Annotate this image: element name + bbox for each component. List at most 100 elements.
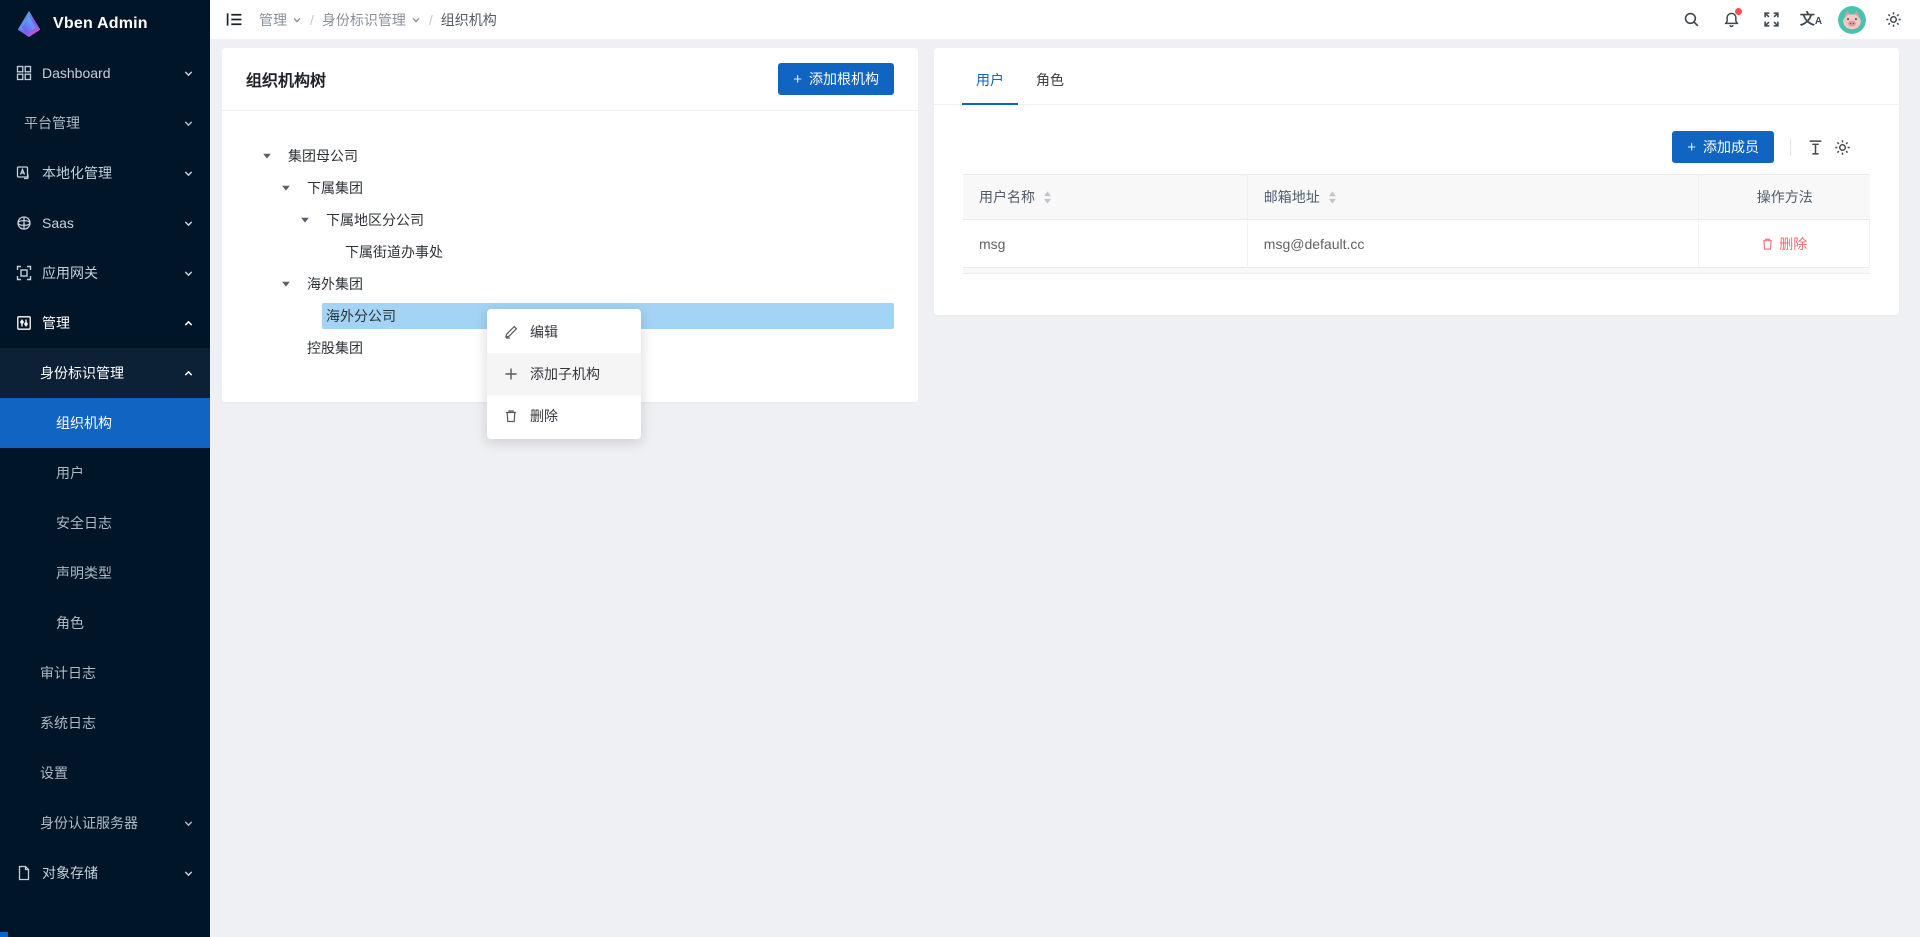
tree-node-label[interactable]: 控股集团	[303, 335, 369, 361]
tab-角色[interactable]: 角色	[1020, 52, 1080, 104]
sidebar-item-Dashboard[interactable]: Dashboard	[0, 48, 210, 98]
app-logo[interactable]: Vben Admin	[0, 0, 210, 48]
dashboard-icon	[16, 65, 32, 81]
context-menu-item-添加子机构[interactable]: 添加子机构	[487, 353, 641, 395]
caret-down-icon[interactable]	[262, 151, 284, 161]
sort-carets-icon[interactable]	[1328, 191, 1337, 204]
sidebar-item-label: 用户	[56, 463, 210, 483]
sidebar-item-应用网关[interactable]: 应用网关	[0, 248, 210, 298]
sidebar-item-系统日志[interactable]: 系统日志	[0, 698, 210, 748]
sidebar-item-对象存储[interactable]: 对象存储	[0, 848, 210, 898]
org-tree-header: 组织机构树 + 添加根机构	[222, 48, 918, 111]
tab-用户[interactable]: 用户	[960, 52, 1020, 104]
sidebar: Vben Admin Dashboard 平台管理 本地化管理 Saas 应用网…	[0, 0, 210, 937]
sidebar-item-身份标识管理[interactable]: 身份标识管理	[0, 348, 210, 398]
context-menu-item-编辑[interactable]: 编辑	[487, 311, 641, 353]
saas-icon	[16, 215, 32, 231]
edit-icon	[504, 325, 518, 339]
cell-actions: 删除	[1699, 220, 1870, 268]
context-menu-item-label: 删除	[530, 406, 558, 426]
sidebar-item-安全日志[interactable]: 安全日志	[0, 498, 210, 548]
sort-carets-icon[interactable]	[1043, 191, 1052, 204]
avatar[interactable]	[1838, 6, 1866, 34]
tree-node-集团母公司: 集团母公司	[262, 140, 894, 172]
column-header-邮箱地址[interactable]: 邮箱地址	[1248, 175, 1700, 220]
sidebar-item-设置[interactable]: 设置	[0, 748, 210, 798]
notification-bell-icon[interactable]	[1714, 3, 1748, 37]
row-height-icon[interactable]	[1807, 139, 1824, 156]
tree-node-label[interactable]: 下属地区分公司	[322, 207, 430, 233]
sidebar-item-身份认证服务器[interactable]: 身份认证服务器	[0, 798, 210, 848]
chevron-down-icon	[183, 268, 194, 279]
breadcrumb-item[interactable]: 组织机构	[441, 10, 497, 30]
settings-gear-icon[interactable]	[1876, 3, 1910, 37]
add-root-org-button[interactable]: + 添加根机构	[778, 63, 894, 95]
chevron-down-icon	[292, 12, 302, 28]
table-footer-strip	[963, 268, 1870, 274]
chevron-down-icon	[411, 12, 421, 28]
sidebar-item-本地化管理[interactable]: 本地化管理	[0, 148, 210, 198]
sidebar-scrollbar-thumb[interactable]	[0, 932, 8, 937]
context-menu-item-label: 添加子机构	[530, 364, 600, 384]
tabs-bar: 用户角色	[934, 52, 1899, 105]
chevron-up-icon	[183, 368, 194, 379]
breadcrumb-item[interactable]: 身份标识管理	[322, 10, 421, 30]
delete-row-button[interactable]: 删除	[1761, 234, 1807, 254]
breadcrumb-label: 组织机构	[441, 10, 497, 30]
sidebar-item-组织机构[interactable]: 组织机构	[0, 398, 210, 448]
sidebar-item-label: 组织机构	[56, 413, 210, 433]
breadcrumb-label: 身份标识管理	[322, 10, 406, 30]
column-header-label: 用户名称	[979, 187, 1035, 207]
cell-user-name: msg	[963, 220, 1248, 268]
translate-icon[interactable]: 文A	[1794, 3, 1828, 37]
gateway-icon	[16, 265, 32, 281]
column-header-label: 操作方法	[1757, 187, 1813, 207]
add-member-button[interactable]: + 添加成员	[1672, 131, 1774, 163]
breadcrumb-label: 管理	[259, 10, 287, 30]
sidebar-item-角色[interactable]: 角色	[0, 598, 210, 648]
tree-node-label[interactable]: 下属集团	[303, 175, 369, 201]
table-body: msgmsg@default.cc 删除	[963, 220, 1870, 268]
tree-node-海外集团: 海外集团	[262, 268, 894, 300]
breadcrumb-item[interactable]: 管理	[259, 10, 302, 30]
tree-node-下属集团: 下属集团	[262, 172, 894, 204]
notification-badge	[1735, 8, 1742, 15]
sidebar-item-label: 声明类型	[56, 563, 210, 583]
search-icon[interactable]	[1674, 3, 1708, 37]
breadcrumb: 管理/身份标识管理/组织机构	[259, 10, 497, 30]
table-settings-gear-icon[interactable]	[1834, 139, 1851, 156]
fullscreen-icon[interactable]	[1754, 3, 1788, 37]
sidebar-item-用户[interactable]: 用户	[0, 448, 210, 498]
sidebar-item-label: 角色	[56, 613, 210, 633]
chevron-down-icon	[183, 868, 194, 879]
sidebar-item-label: 设置	[40, 763, 210, 783]
trash-icon	[1761, 237, 1774, 251]
chevron-up-icon	[183, 318, 194, 329]
tree-node-label[interactable]: 海外集团	[303, 271, 369, 297]
column-header-label: 邮箱地址	[1264, 187, 1320, 207]
table-row: msgmsg@default.cc 删除	[963, 220, 1870, 268]
sidebar-item-声明类型[interactable]: 声明类型	[0, 548, 210, 598]
sidebar-item-label: 系统日志	[40, 713, 210, 733]
chevron-down-icon	[183, 218, 194, 229]
sidebar-item-Saas[interactable]: Saas	[0, 198, 210, 248]
storage-icon	[16, 865, 32, 881]
caret-down-icon[interactable]	[281, 279, 303, 289]
sidebar-item-管理[interactable]: 管理	[0, 298, 210, 348]
context-menu-item-删除[interactable]: 删除	[487, 395, 641, 437]
column-header-操作方法: 操作方法	[1699, 175, 1870, 220]
top-header: 管理/身份标识管理/组织机构 文A	[210, 0, 1920, 40]
topbar-actions: 文A	[1674, 3, 1910, 37]
sidebar-item-平台管理[interactable]: 平台管理	[0, 98, 210, 148]
column-header-用户名称[interactable]: 用户名称	[963, 175, 1248, 220]
tree-node-label[interactable]: 下属街道办事处	[341, 239, 449, 265]
tree-node-label[interactable]: 集团母公司	[284, 143, 364, 169]
trash-icon	[504, 409, 518, 423]
menu-fold-icon[interactable]	[222, 7, 247, 32]
cell-email: msg@default.cc	[1248, 220, 1700, 268]
sidebar-item-审计日志[interactable]: 审计日志	[0, 648, 210, 698]
tree-node-下属地区分公司: 下属地区分公司	[262, 204, 894, 236]
breadcrumb-separator: /	[310, 12, 314, 28]
caret-down-icon[interactable]	[300, 215, 322, 225]
caret-down-icon[interactable]	[281, 183, 303, 193]
